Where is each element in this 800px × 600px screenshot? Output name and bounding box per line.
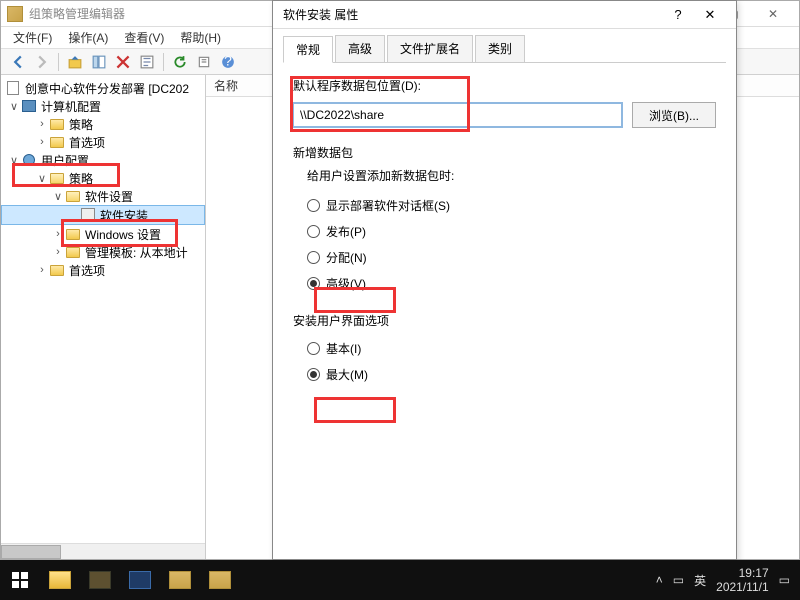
delete-button[interactable] [112,51,134,73]
expand-icon[interactable]: › [51,228,65,240]
properties-button[interactable] [136,51,158,73]
app-icon [7,6,23,22]
help-button[interactable]: ? [217,51,239,73]
tree-software-settings[interactable]: ∨ 软件设置 [1,187,205,205]
radio-icon [307,342,320,355]
dialog-body: 默认程序数据包位置(D): 浏览(B)... 新增数据包 给用户设置添加新数据包… [273,63,736,401]
task-gpme[interactable] [200,560,240,600]
expand-icon[interactable]: ∨ [35,172,49,185]
radio-icon [307,225,320,238]
radio-publish[interactable]: 发布(P) [307,218,716,244]
tree-computer-config[interactable]: ∨ 计算机配置 [1,97,205,115]
expand-icon[interactable]: ∨ [7,154,21,167]
when-add-label: 给用户设置添加新数据包时: [307,167,716,184]
tree-user-config[interactable]: ∨ 用户配置 [1,151,205,169]
policy-icon [7,81,19,95]
new-pkg-group-label: 新增数据包 [293,144,716,161]
folder-icon [50,119,64,130]
tray-ime[interactable]: 英 [694,572,706,589]
forward-button[interactable] [31,51,53,73]
radio-max[interactable]: 最大(M) [307,361,716,387]
expand-icon[interactable]: › [51,246,65,258]
tree-policies[interactable]: › 策略 [1,115,205,133]
menu-action[interactable]: 操作(A) [64,27,112,48]
expand-icon[interactable]: › [35,136,49,148]
expand-icon[interactable]: ∨ [51,190,65,203]
folder-icon [50,173,64,184]
folder-icon [50,137,64,148]
tab-advanced[interactable]: 高级 [335,35,385,62]
export-button[interactable] [193,51,215,73]
browse-button[interactable]: 浏览(B)... [632,102,716,128]
dialog-title: 软件安装 属性 [283,6,662,23]
dialog-help-button[interactable]: ? [662,7,694,22]
radio-basic[interactable]: 基本(I) [307,335,716,361]
tree-pane: 创意中心软件分发部署 [DC202 ∨ 计算机配置 › 策略 › 首选项 [1,75,206,559]
back-button[interactable] [7,51,29,73]
menu-help[interactable]: 帮助(H) [176,27,225,48]
up-button[interactable] [64,51,86,73]
horizontal-scrollbar[interactable] [1,543,205,559]
tree-preferences2[interactable]: › 首选项 [1,261,205,279]
installer-icon [81,208,95,222]
toolbar-separator [58,53,59,71]
default-pkg-loc-label: 默认程序数据包位置(D): [293,77,716,94]
tree-admin-templates[interactable]: › 管理模板: 从本地计 [1,243,205,261]
radio-assign[interactable]: 分配(N) [307,244,716,270]
task-powershell[interactable] [120,560,160,600]
properties-dialog: 软件安装 属性 ? ✕ 常规 高级 文件扩展名 类别 默认程序数据包位置(D):… [272,0,737,560]
radio-icon [307,199,320,212]
refresh-button[interactable] [169,51,191,73]
radio-advanced[interactable]: 高级(V) [307,270,716,296]
scrollbar-thumb[interactable] [1,545,61,559]
radio-show-dialog[interactable]: 显示部署软件对话框(S) [307,192,716,218]
expand-icon[interactable]: ∨ [7,100,21,113]
tree-windows-settings[interactable]: › Windows 设置 [1,225,205,243]
tree-preferences[interactable]: › 首选项 [1,133,205,151]
folder-icon [50,265,64,276]
tree-policies2[interactable]: ∨ 策略 [1,169,205,187]
ui-group-label: 安装用户界面选项 [293,312,716,329]
user-icon [23,154,35,166]
folder-icon [66,191,80,202]
menu-view[interactable]: 查看(V) [120,27,168,48]
tray-clock[interactable]: 19:17 2021/11/1 [716,566,769,594]
tab-category[interactable]: 类别 [475,35,525,62]
expand-icon[interactable]: › [35,264,49,276]
dialog-tabs: 常规 高级 文件扩展名 类别 [273,29,736,62]
toolbar-separator [163,53,164,71]
radio-icon [307,251,320,264]
menu-file[interactable]: 文件(F) [9,27,56,48]
tray-network-icon[interactable]: ▭ [673,573,684,587]
radio-icon [307,277,320,290]
folder-icon [66,247,80,258]
tree-software-install[interactable]: 软件安装 [1,205,205,225]
svg-text:?: ? [224,55,232,69]
dialog-titlebar: 软件安装 属性 ? ✕ [273,1,736,29]
start-button[interactable] [0,560,40,600]
tree: 创意中心软件分发部署 [DC202 ∨ 计算机配置 › 策略 › 首选项 [1,75,205,283]
default-pkg-loc-input[interactable] [293,103,622,127]
system-tray: ˄ ▭ 英 19:17 2021/11/1 ▭ [646,566,800,594]
close-button[interactable]: ✕ [753,2,793,26]
show-hide-tree-button[interactable] [88,51,110,73]
task-server-manager[interactable] [80,560,120,600]
dialog-close-button[interactable]: ✕ [694,7,726,23]
expand-icon[interactable]: › [35,118,49,130]
tray-chevron-icon[interactable]: ˄ [656,573,663,587]
tab-file-ext[interactable]: 文件扩展名 [387,35,473,62]
task-gpmc[interactable] [160,560,200,600]
tray-notifications-icon[interactable]: ▭ [779,573,790,587]
tree-root[interactable]: 创意中心软件分发部署 [DC202 [1,79,205,97]
taskbar: ˄ ▭ 英 19:17 2021/11/1 ▭ [0,560,800,600]
task-explorer[interactable] [40,560,80,600]
radio-icon [307,368,320,381]
folder-icon [66,229,80,240]
tab-general[interactable]: 常规 [283,36,333,63]
computer-icon [22,100,36,112]
